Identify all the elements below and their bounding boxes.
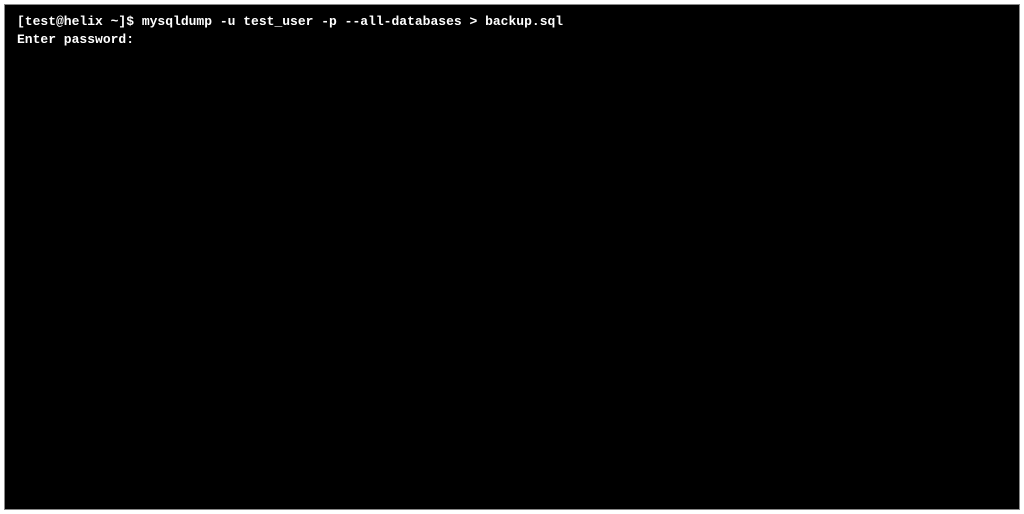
terminal-window[interactable]: [test@helix ~]$ mysqldump -u test_user -… bbox=[4, 4, 1020, 510]
password-prompt-line: Enter password: bbox=[17, 31, 1007, 49]
shell-command: mysqldump -u test_user -p --all-database… bbox=[142, 14, 563, 29]
terminal-command-line: [test@helix ~]$ mysqldump -u test_user -… bbox=[17, 13, 1007, 31]
shell-prompt: [test@helix ~]$ bbox=[17, 14, 142, 29]
